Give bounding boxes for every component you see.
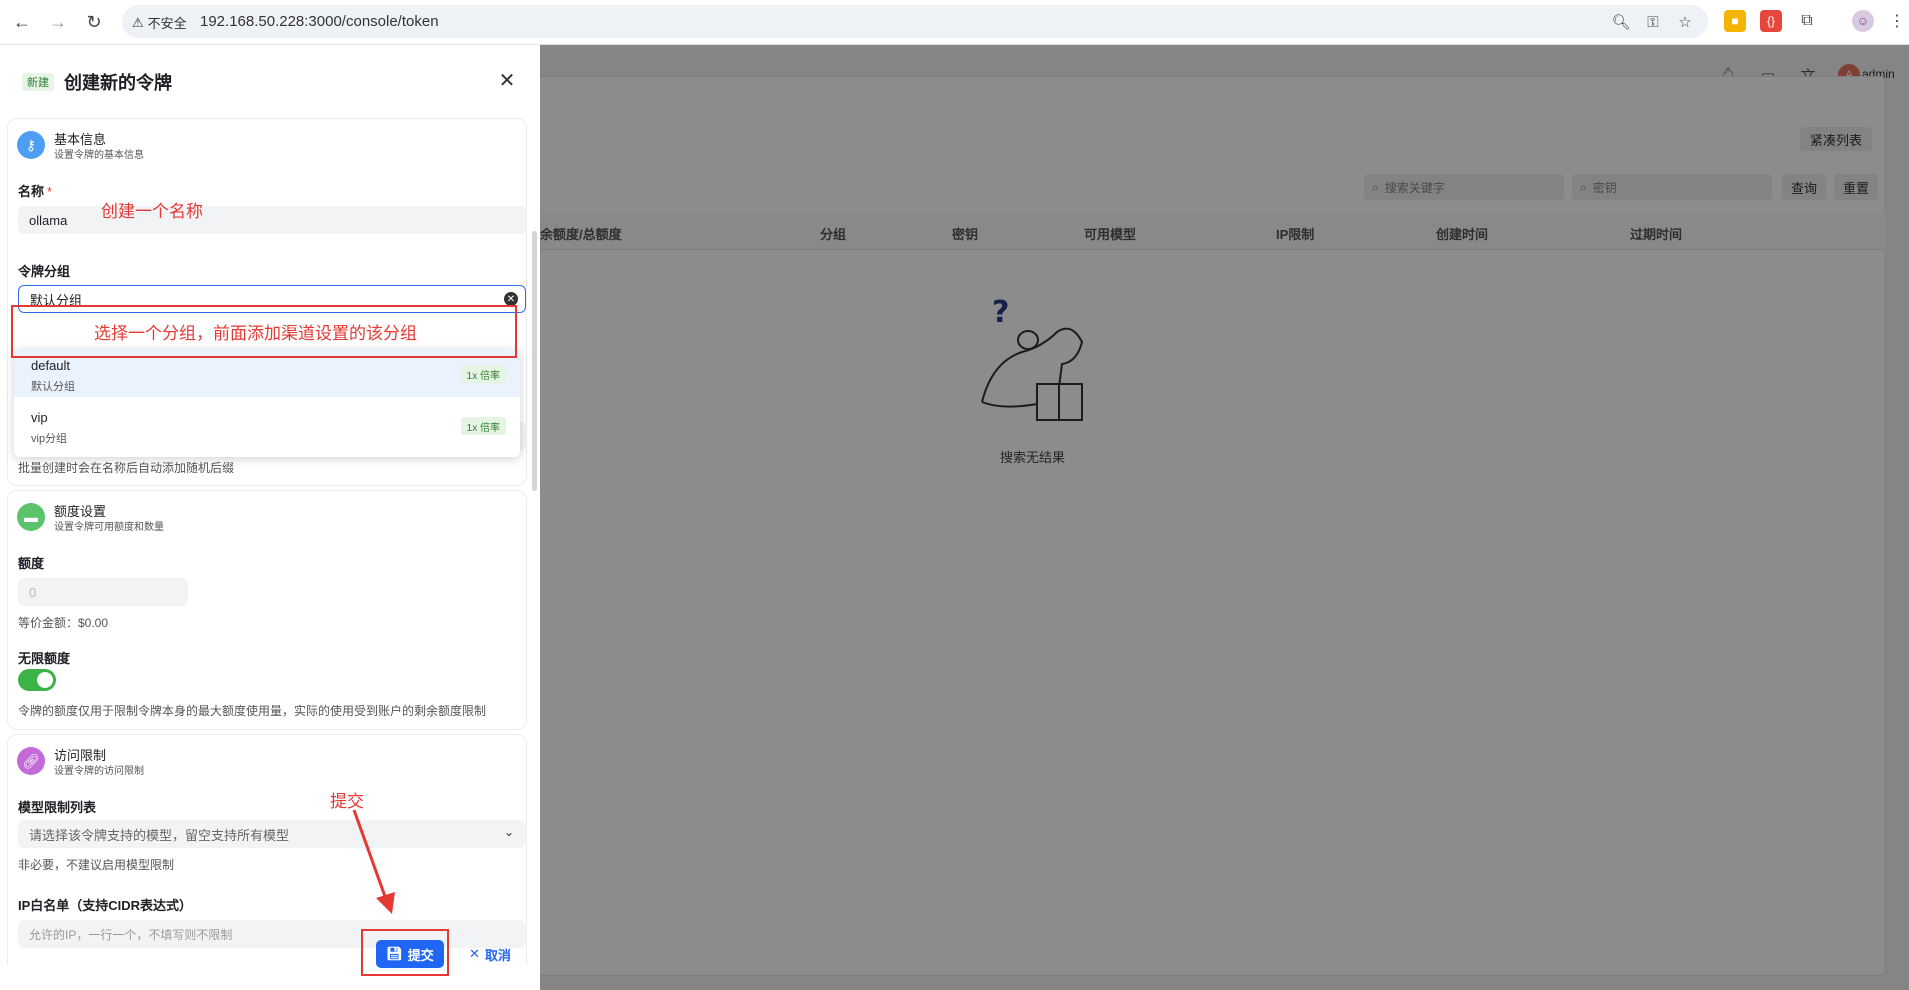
cancel-button[interactable]: ✕ 取消 <box>459 940 521 968</box>
rate-badge: 1x 倍率 <box>460 417 506 435</box>
model-limit-label: 模型限制列表 <box>18 800 97 815</box>
ip-whitelist-label: IP白名单（支持CIDR表达式） <box>18 898 193 913</box>
section-subtitle: 设置令牌的访问限制 <box>54 766 144 777</box>
access-section: 🔗︎ 访问限制 设置令牌的访问限制 模型限制列表 请选择该令牌支持的模型，留空支… <box>7 734 527 965</box>
extension-json-icon[interactable]: {} <box>1760 10 1782 32</box>
equivalent-amount: 等价金额：$0.00 <box>18 616 109 630</box>
back-icon[interactable]: ← <box>10 10 34 34</box>
quota-label: 额度 <box>18 556 45 571</box>
unlimited-toggle[interactable] <box>18 669 56 691</box>
new-tag: 新建 <box>22 73 54 91</box>
scrollbar[interactable] <box>532 231 537 491</box>
close-icon: ✕ <box>469 946 480 961</box>
url-text[interactable]: 192.168.50.228:3000/console/token <box>200 13 439 30</box>
unlimited-label: 无限额度 <box>18 651 71 666</box>
quota-input[interactable]: 0 <box>18 578 188 606</box>
extensions-puzzle-icon[interactable]: ⧉ <box>1796 10 1818 32</box>
group-option-vip[interactable]: vip vip分组 1x 倍率 <box>14 401 520 449</box>
section-subtitle: 设置令牌可用额度和数量 <box>54 522 164 533</box>
forward-icon[interactable]: → <box>46 10 70 34</box>
ip-whitelist-textarea[interactable]: 允许的IP，一行一个，不填写则不限制 <box>18 920 526 948</box>
extension-notes-icon[interactable]: ■ <box>1724 10 1746 32</box>
quota-section: ▬ 额度设置 设置令牌可用额度和数量 额度 0 等价金额：$0.00 无限额度 … <box>7 490 527 730</box>
model-limit-helper: 非必要，不建议启用模型限制 <box>18 858 175 872</box>
insecure-indicator[interactable]: ⚠ 不安全 <box>132 13 187 32</box>
group-dropdown: default 默认分组 1x 倍率 vip vip分组 1x 倍率 <box>14 349 520 457</box>
key-icon[interactable]: ⚿ <box>1642 11 1664 33</box>
model-limit-select[interactable]: 请选择该令牌支持的模型，留空支持所有模型 ⌄ <box>18 820 526 848</box>
annotation-arrow <box>352 809 395 914</box>
browser-toolbar: ← → ↻ ⚠ 不安全 192.168.50.228:3000/console/… <box>0 0 1909 45</box>
browser-menu-icon[interactable]: ⋮ <box>1886 10 1908 32</box>
annotation-name-note: 创建一个名称 <box>101 202 203 221</box>
sheet-header: 新建 创建新的令牌 ✕ <box>0 45 540 111</box>
create-token-sheet: 新建 创建新的令牌 ✕ ⚷ 基本信息 设置令牌的基本信息 名称 * ollama … <box>0 45 540 990</box>
sheet-title: 创建新的令牌 <box>64 73 172 93</box>
annotation-group-note: 选择一个分组，前面添加渠道设置的该分组 <box>94 324 417 343</box>
sheet-body[interactable]: ⚷ 基本信息 设置令牌的基本信息 名称 * ollama 令牌分组 默认分组 ✕ … <box>0 111 540 965</box>
sheet-footer <box>0 965 540 990</box>
profile-avatar-icon[interactable]: ☺ <box>1852 10 1874 32</box>
star-icon[interactable]: ☆ <box>1674 11 1696 33</box>
toggle-knob <box>37 672 53 688</box>
close-icon[interactable]: ✕ <box>496 69 518 92</box>
group-label: 令牌分组 <box>18 264 71 279</box>
link-icon: 🔗︎ <box>17 747 45 775</box>
card-icon: ▬ <box>17 503 45 531</box>
key-icon: ⚷ <box>17 131 45 159</box>
zoom-icon[interactable]: 🔍︎ <box>1610 11 1632 33</box>
annotation-submit-box <box>361 929 449 976</box>
chevron-down-icon: ⌄ <box>503 825 514 839</box>
unlimited-helper: 令牌的额度仅用于限制令牌本身的最大额度使用量，实际的使用受到账户的剩余额度限制 <box>18 704 487 718</box>
address-bar[interactable]: ⚠ 不安全 192.168.50.228:3000/console/token … <box>122 5 1708 38</box>
name-label: 名称 * <box>18 184 53 199</box>
section-subtitle: 设置令牌的基本信息 <box>54 150 144 161</box>
count-helper: 批量创建时会在名称后自动添加随机后缀 <box>18 461 235 475</box>
reload-icon[interactable]: ↻ <box>82 10 106 34</box>
rate-badge: 1x 倍率 <box>460 365 506 383</box>
clear-icon[interactable]: ✕ <box>504 292 518 306</box>
warning-icon: ⚠ <box>132 14 144 30</box>
name-input[interactable]: ollama <box>18 206 526 234</box>
